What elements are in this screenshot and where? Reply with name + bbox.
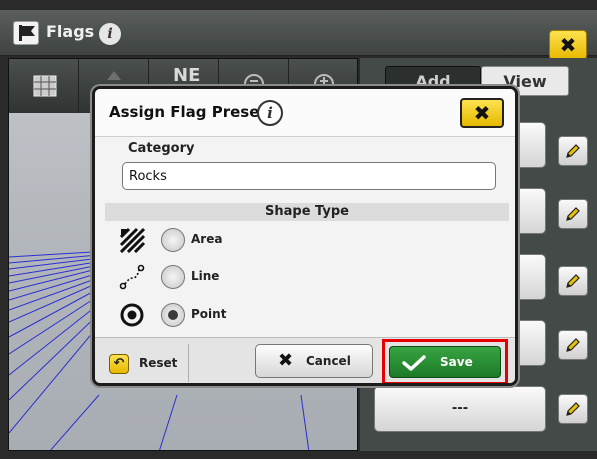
close-button[interactable]: ✖ bbox=[549, 30, 587, 60]
checkmark-icon bbox=[402, 355, 426, 371]
flag-app-icon bbox=[13, 21, 39, 45]
heading-label: NE bbox=[173, 65, 201, 86]
area-radio[interactable] bbox=[161, 228, 185, 252]
shape-option-area[interactable]: Area bbox=[119, 225, 279, 255]
line-label: Line bbox=[191, 269, 220, 283]
point-icon bbox=[120, 303, 144, 327]
undo-icon: ↶ bbox=[109, 354, 129, 374]
edit-preset-button-3[interactable] bbox=[558, 266, 588, 296]
dialog-header: Assign Flag Preset i ✖ bbox=[95, 89, 515, 137]
category-label: Category bbox=[128, 141, 195, 156]
zoom-out-icon bbox=[244, 74, 264, 85]
edit-preset-button-4[interactable] bbox=[558, 330, 588, 360]
close-icon: ✖ bbox=[278, 350, 294, 371]
shape-option-point[interactable]: Point bbox=[119, 300, 279, 330]
pencil-icon bbox=[566, 274, 580, 288]
cancel-label: Cancel bbox=[306, 354, 351, 368]
flags-screen: Flags i ✖ NE Add View --- Assign Flag Pr… bbox=[0, 0, 597, 459]
edit-preset-button-5[interactable] bbox=[558, 394, 588, 424]
assign-flag-preset-dialog: Assign Flag Preset i ✖ Category Shape Ty… bbox=[92, 86, 518, 386]
pencil-icon bbox=[566, 402, 580, 416]
save-button[interactable]: Save bbox=[389, 346, 501, 378]
shape-option-line[interactable]: Line bbox=[119, 262, 279, 292]
info-icon[interactable]: i bbox=[257, 100, 283, 126]
line-icon bbox=[119, 264, 145, 290]
page-title: Flags bbox=[46, 22, 95, 41]
reset-button[interactable]: ↶ Reset bbox=[103, 344, 189, 382]
edit-preset-button-2[interactable] bbox=[558, 199, 588, 229]
map-layer-button[interactable] bbox=[9, 59, 79, 113]
arrow-up-icon bbox=[107, 71, 121, 80]
dialog-close-button[interactable]: ✖ bbox=[460, 98, 504, 128]
info-icon[interactable]: i bbox=[99, 23, 121, 45]
cancel-button[interactable]: ✖ Cancel bbox=[255, 344, 373, 378]
dialog-footer: ↶ Reset ✖ Cancel Save bbox=[95, 337, 515, 383]
point-label: Point bbox=[191, 307, 227, 321]
zoom-in-icon bbox=[314, 74, 334, 85]
dialog-title: Assign Flag Preset bbox=[109, 103, 267, 121]
point-radio[interactable] bbox=[161, 303, 185, 327]
save-label: Save bbox=[440, 355, 473, 369]
preset-button-5[interactable]: --- bbox=[374, 386, 546, 432]
edit-preset-button-1[interactable] bbox=[558, 136, 588, 166]
area-hatch-icon bbox=[119, 227, 145, 253]
shape-type-header: Shape Type bbox=[105, 203, 509, 221]
category-input[interactable] bbox=[122, 162, 496, 190]
pencil-icon bbox=[566, 207, 580, 221]
grid-map-icon bbox=[33, 75, 57, 97]
area-label: Area bbox=[191, 232, 223, 246]
pencil-icon bbox=[566, 144, 580, 158]
title-bar: Flags i ✖ bbox=[0, 10, 597, 60]
line-radio[interactable] bbox=[161, 265, 185, 289]
reset-label: Reset bbox=[139, 356, 178, 370]
pencil-icon bbox=[566, 338, 580, 352]
save-highlight: Save bbox=[382, 339, 508, 383]
